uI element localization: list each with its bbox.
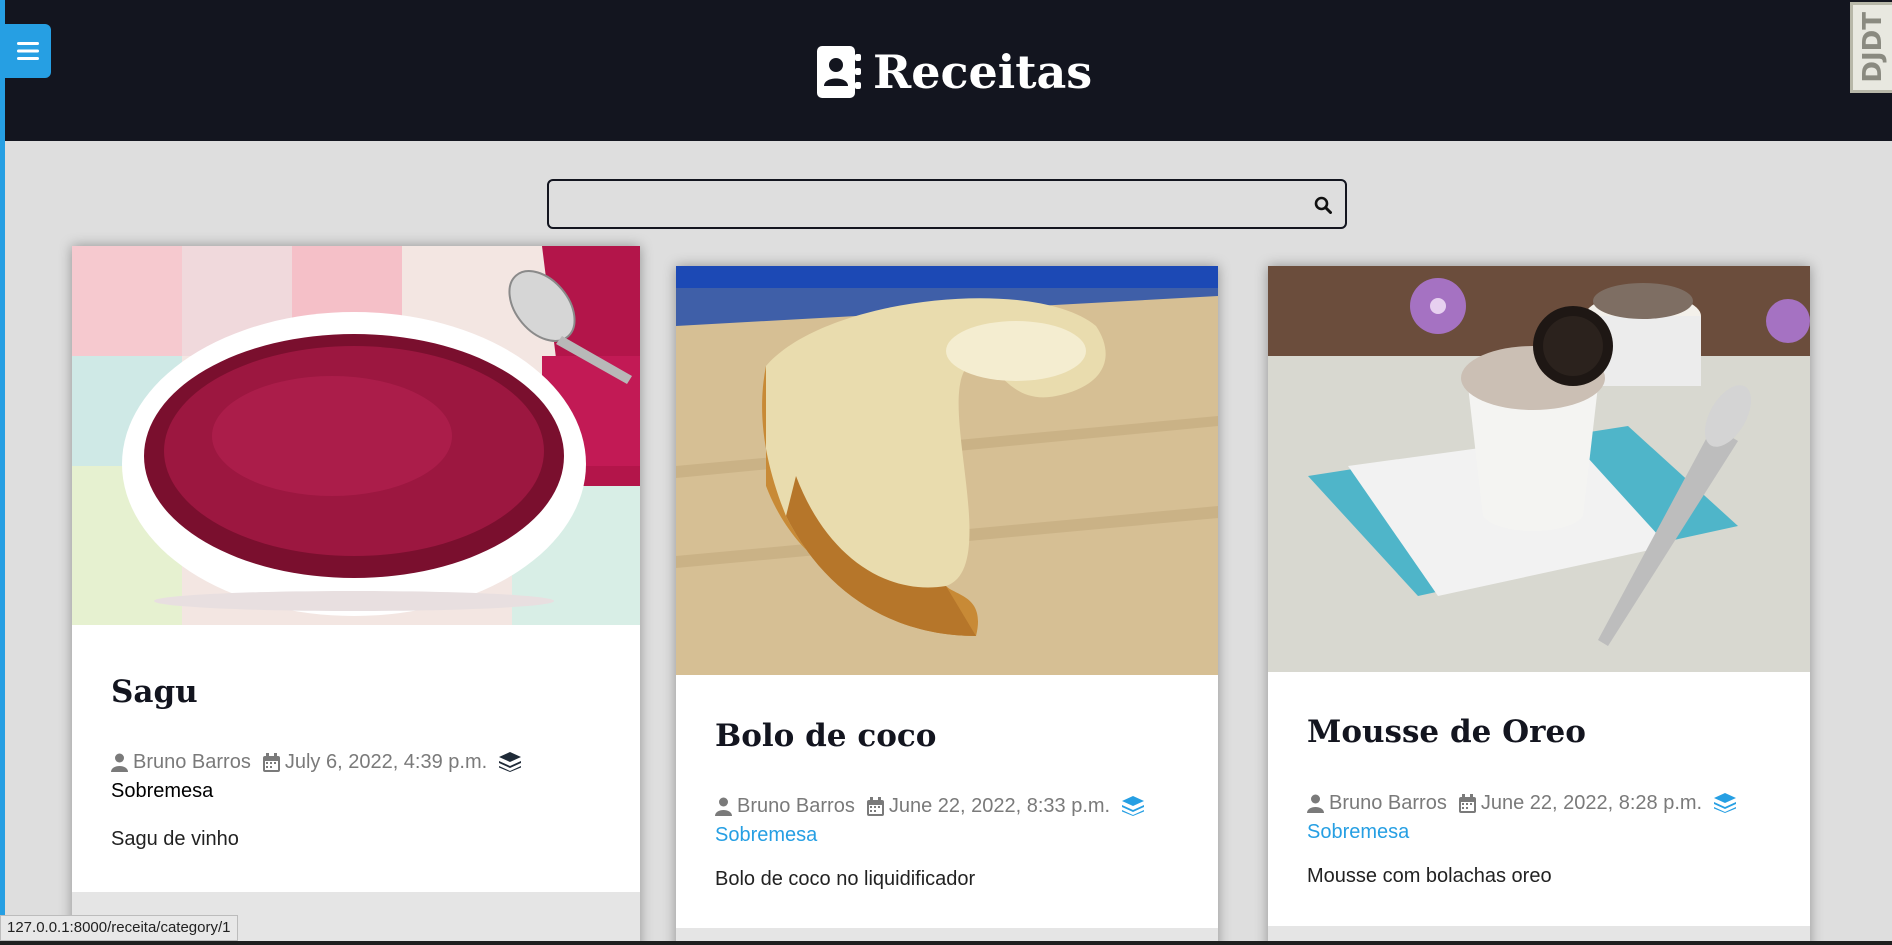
- recipe-image[interactable]: [72, 246, 640, 625]
- author-name: Bruno Barros: [133, 751, 251, 773]
- user-icon: [1307, 794, 1324, 813]
- debug-toolbar-label: DJDT: [1857, 12, 1888, 83]
- author-name: Bruno Barros: [1329, 792, 1447, 814]
- recipe-description: Sagu de vinho: [111, 828, 239, 850]
- address-book-icon: [817, 46, 861, 98]
- search-button[interactable]: [1309, 191, 1337, 219]
- recipe-image[interactable]: [1268, 266, 1810, 672]
- site-title: Receitas: [873, 45, 1093, 99]
- recipe-meta: Bruno Barros July 6, 2022, 4:39 p.m. Sob…: [111, 750, 610, 804]
- category-link[interactable]: Sobremesa: [111, 780, 213, 802]
- menu-toggle-button[interactable]: [5, 24, 51, 78]
- user-icon: [111, 753, 128, 772]
- left-accent-strip: [0, 0, 5, 945]
- recipe-category: [499, 752, 522, 772]
- recipe-image[interactable]: [676, 266, 1218, 675]
- search-form: [547, 179, 1347, 229]
- search-icon: [1314, 196, 1332, 214]
- recipe-author: Bruno Barros: [111, 750, 251, 775]
- recipe-title[interactable]: Sagu: [111, 674, 198, 710]
- recipe-card: Mousse de Oreo Bruno Barros June 22, 202…: [1268, 266, 1810, 945]
- calendar-icon: [866, 797, 884, 816]
- date-text: June 22, 2022, 8:28 p.m.: [1480, 792, 1703, 814]
- recipe-author: Bruno Barros: [715, 794, 855, 819]
- layer-group-icon: [1122, 796, 1145, 816]
- recipe-description: Bolo de coco no liquidificador: [715, 868, 976, 890]
- author-name: Bruno Barros: [737, 795, 855, 817]
- recipe-card: Sagu Bruno Barros July 6, 2022, 4:39 p.m…: [72, 246, 640, 945]
- django-debug-toolbar-handle[interactable]: DJDT: [1850, 2, 1892, 93]
- recipe-title[interactable]: Bolo de coco: [715, 718, 936, 754]
- recipe-category: [1714, 793, 1737, 813]
- recipe-description: Mousse com bolachas oreo: [1307, 865, 1552, 887]
- layer-group-icon: [1714, 793, 1737, 813]
- category-link[interactable]: Sobremesa: [715, 824, 817, 846]
- date-text: July 6, 2022, 4:39 p.m.: [284, 751, 488, 773]
- recipe-category: [1122, 796, 1145, 816]
- status-bar-url: 127.0.0.1:8000/receita/category/1: [0, 915, 238, 941]
- brand-link[interactable]: Receitas: [817, 44, 1092, 100]
- date-text: June 22, 2022, 8:33 p.m.: [888, 795, 1111, 817]
- bars-icon: [17, 42, 39, 60]
- search-input[interactable]: [549, 181, 1345, 227]
- recipe-date: June 22, 2022, 8:33 p.m.: [866, 794, 1111, 819]
- user-icon: [715, 797, 732, 816]
- recipe-date: July 6, 2022, 4:39 p.m.: [262, 750, 488, 775]
- bottom-edge-bar: [0, 941, 1892, 945]
- page-header: Receitas DJDT: [5, 0, 1892, 141]
- recipe-card: Bolo de coco Bruno Barros June 22, 2022,…: [676, 266, 1218, 945]
- recipe-meta: Bruno Barros June 22, 2022, 8:28 p.m. So…: [1307, 791, 1780, 845]
- recipe-author: Bruno Barros: [1307, 791, 1447, 816]
- recipe-title[interactable]: Mousse de Oreo: [1307, 714, 1586, 750]
- category-link[interactable]: Sobremesa: [1307, 821, 1409, 843]
- layer-group-icon: [499, 752, 522, 772]
- recipe-meta: Bruno Barros June 22, 2022, 8:33 p.m. So…: [715, 794, 1188, 848]
- calendar-icon: [1458, 794, 1476, 813]
- calendar-icon: [262, 753, 280, 772]
- recipe-date: June 22, 2022, 8:28 p.m.: [1458, 791, 1703, 816]
